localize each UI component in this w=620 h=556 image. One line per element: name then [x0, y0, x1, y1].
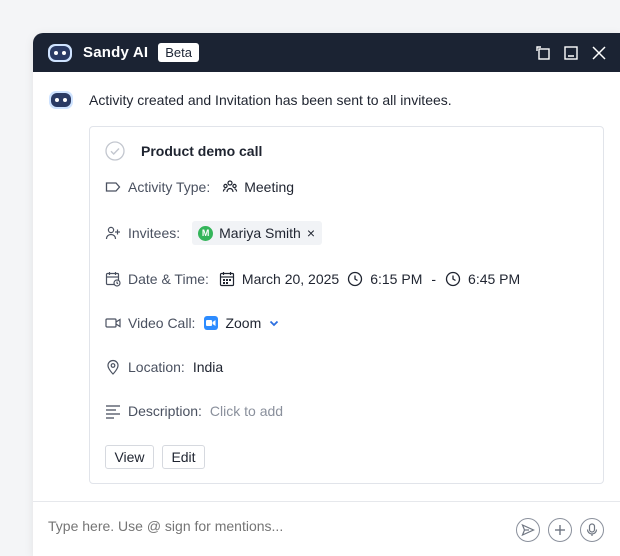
location-value[interactable]: India: [193, 359, 223, 375]
invitee-name: Mariya Smith: [219, 225, 301, 241]
description-field: Description: Click to add: [105, 403, 283, 419]
message-composer: [33, 501, 620, 556]
video-call-value[interactable]: Zoom: [225, 315, 261, 331]
tag-icon: [105, 179, 121, 195]
mic-icon[interactable]: [580, 518, 604, 542]
title-bar: Sandy AI Beta: [33, 33, 620, 72]
activity-type-field: Activity Type: Meeting: [105, 179, 294, 195]
end-time-value[interactable]: 6:45 PM: [468, 271, 520, 287]
beta-badge: Beta: [158, 43, 199, 62]
activity-title-row: Product demo call: [105, 141, 262, 161]
meeting-icon: [222, 179, 238, 195]
location-label: Location:: [128, 359, 185, 375]
time-separator: -: [431, 271, 437, 287]
remove-invitee-icon[interactable]: ×: [307, 225, 315, 241]
activity-title: Product demo call: [141, 143, 263, 159]
invitee-chip[interactable]: M Mariya Smith ×: [192, 221, 323, 245]
check-circle-icon[interactable]: [105, 141, 125, 161]
invitees-field: Invitees: M Mariya Smith ×: [105, 221, 323, 245]
avatar: M: [198, 225, 214, 241]
calendar-icon: [219, 271, 235, 287]
plus-icon[interactable]: [548, 518, 572, 542]
view-button[interactable]: View: [105, 445, 154, 469]
window-controls: [536, 33, 606, 72]
description-label: Description:: [128, 403, 202, 419]
description-icon: [105, 403, 121, 419]
zoom-icon: [204, 316, 219, 330]
window-title: Sandy AI: [83, 44, 149, 61]
add-user-icon: [105, 225, 121, 241]
video-icon: [105, 315, 121, 331]
date-time-label: Date & Time:: [128, 271, 209, 287]
bot-message: Activity created and Invitation has been…: [48, 90, 452, 110]
invitees-label: Invitees:: [128, 225, 181, 241]
date-value[interactable]: March 20, 2025: [242, 271, 339, 287]
message-text: Activity created and Invitation has been…: [89, 92, 452, 108]
bot-icon: [47, 43, 73, 63]
edit-button[interactable]: Edit: [162, 445, 205, 469]
calendar-clock-icon: [105, 271, 121, 287]
expand-icon[interactable]: [536, 45, 550, 60]
chat-window: Sandy AI Beta Activity created and Invit…: [33, 33, 620, 556]
activity-type-label: Activity Type:: [128, 179, 211, 195]
send-icon[interactable]: [516, 518, 540, 542]
composer-actions: [516, 518, 604, 542]
activity-card: Product demo call Activity Type: Meeting: [89, 126, 604, 484]
start-time-value[interactable]: 6:15 PM: [370, 271, 422, 287]
date-time-field: Date & Time: March 20, 2025 6:15 PM - 6:…: [105, 271, 520, 287]
bot-icon: [48, 90, 74, 110]
clock-icon: [347, 271, 363, 287]
message-input[interactable]: [48, 518, 488, 534]
maximize-icon[interactable]: [564, 45, 578, 60]
location-field: Location: India: [105, 359, 223, 375]
description-value[interactable]: Click to add: [210, 403, 283, 419]
video-call-label: Video Call:: [128, 315, 196, 331]
chevron-down-icon[interactable]: [266, 315, 282, 331]
video-call-field: Video Call: Zoom: [105, 315, 282, 331]
close-icon[interactable]: [592, 45, 606, 60]
location-pin-icon: [105, 359, 121, 375]
clock-icon: [445, 271, 461, 287]
activity-type-value[interactable]: Meeting: [244, 179, 294, 195]
